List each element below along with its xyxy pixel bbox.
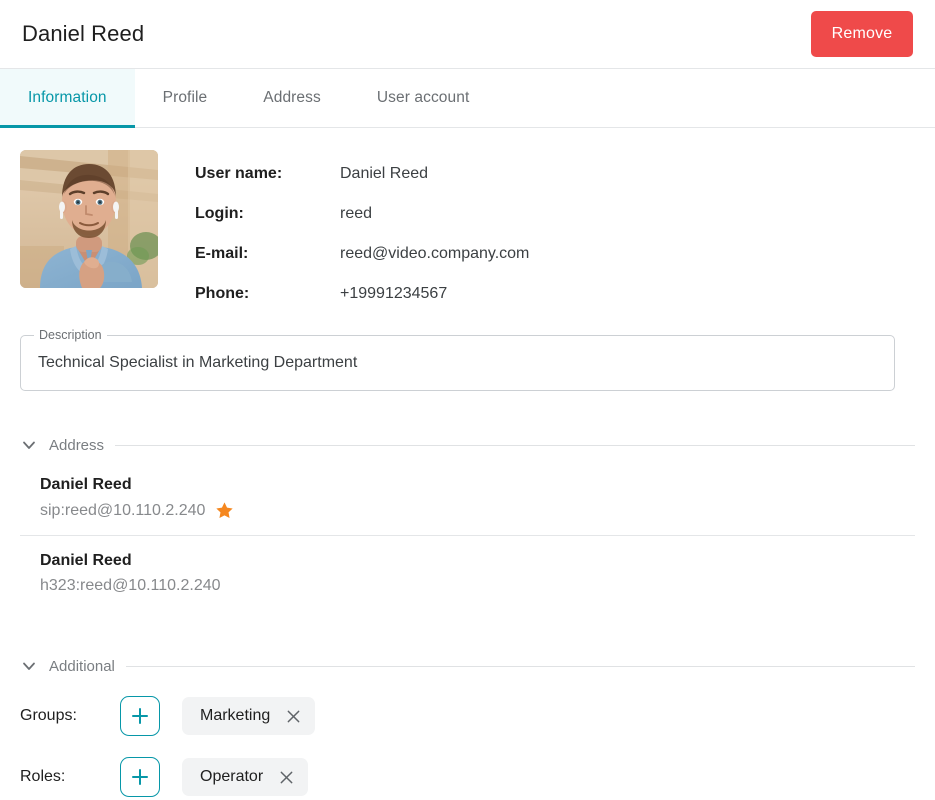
section-header-additional[interactable]: Additional [20, 657, 915, 675]
field-label: Login: [195, 205, 244, 222]
tab-profile[interactable]: Profile [135, 69, 236, 127]
chip-label: Operator [200, 768, 264, 785]
user-fields: User name: Daniel Reed Login: reed E-mai… [195, 150, 915, 314]
roles-row: Roles: Operator [20, 757, 915, 797]
user-photo-icon [20, 150, 158, 288]
roles-label: Roles: [20, 768, 66, 785]
add-role-button[interactable] [120, 757, 160, 797]
field-value: Daniel Reed [340, 165, 429, 182]
field-value: reed@video.company.com [340, 245, 530, 262]
groups-label: Groups: [20, 707, 77, 724]
address-name: Daniel Reed [40, 476, 132, 493]
close-icon[interactable] [279, 770, 294, 785]
section-divider [125, 665, 915, 667]
address-name: Daniel Reed [40, 552, 132, 569]
tab-user-account[interactable]: User account [349, 69, 498, 127]
plus-icon [132, 769, 148, 785]
address-uri: sip:reed@10.110.2.240 [40, 501, 206, 519]
roles-chips: Operator [182, 758, 309, 796]
field-label: Phone: [195, 285, 250, 302]
description-box[interactable]: Technical Specialist in Marketing Depart… [20, 335, 895, 391]
section-divider [115, 444, 915, 446]
star-icon[interactable] [215, 501, 234, 520]
header-actions: Remove [811, 11, 913, 57]
tab-bar: Information Profile Address User account [0, 69, 935, 128]
address-line: sip:reed@10.110.2.240 [40, 501, 915, 520]
list-item[interactable]: Daniel Reed sip:reed@10.110.2.240 [20, 460, 915, 535]
plus-icon [132, 708, 148, 724]
chevron-down-icon [20, 436, 38, 454]
description-field[interactable]: Technical Specialist in Marketing Depart… [20, 327, 895, 391]
chevron-down-icon [20, 657, 38, 675]
identity-block: User name: Daniel Reed Login: reed E-mai… [20, 128, 915, 314]
address-list: Daniel Reed sip:reed@10.110.2.240 Daniel… [20, 460, 915, 610]
field-label: User name: [195, 165, 283, 182]
section-title: Address [49, 436, 105, 454]
field-phone: Phone: +19991234567 [195, 274, 915, 314]
avatar [20, 150, 158, 288]
chip-group[interactable]: Marketing [182, 697, 316, 735]
address-line: h323:reed@10.110.2.240 [40, 577, 915, 595]
tab-address[interactable]: Address [235, 69, 349, 127]
groups-row: Groups: Marketing [20, 696, 915, 736]
remove-button[interactable]: Remove [811, 11, 913, 57]
field-value: +19991234567 [340, 285, 448, 302]
tab-information[interactable]: Information [0, 69, 135, 128]
close-icon[interactable] [286, 709, 301, 724]
page-header: Daniel Reed Remove [0, 0, 935, 69]
page-title: Daniel Reed [22, 21, 145, 46]
field-label: E-mail: [195, 245, 249, 262]
description-value: Technical Specialist in Marketing Depart… [38, 354, 358, 371]
list-item[interactable]: Daniel Reed h323:reed@10.110.2.240 [20, 535, 915, 610]
field-user-name: User name: Daniel Reed [195, 154, 915, 194]
section-title: Additional [49, 657, 115, 675]
field-login: Login: reed [195, 194, 915, 234]
add-group-button[interactable] [120, 696, 160, 736]
chip-role[interactable]: Operator [182, 758, 309, 796]
description-label: Description [34, 327, 107, 343]
information-panel: User name: Daniel Reed Login: reed E-mai… [0, 128, 935, 797]
section-header-address[interactable]: Address [20, 436, 915, 454]
field-value: reed [340, 205, 373, 222]
chip-label: Marketing [200, 707, 271, 724]
groups-chips: Marketing [182, 697, 316, 735]
address-uri: h323:reed@10.110.2.240 [40, 577, 221, 594]
field-email: E-mail: reed@video.company.com [195, 234, 915, 274]
